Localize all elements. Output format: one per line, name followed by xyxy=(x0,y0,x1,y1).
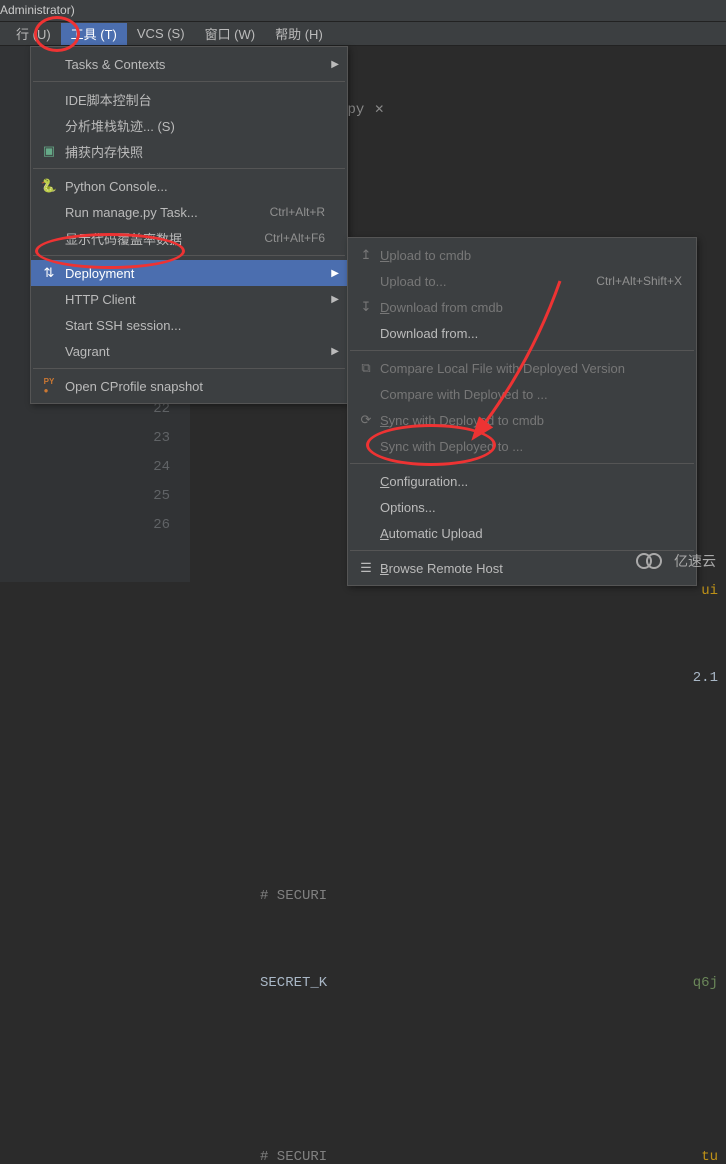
compare-icon: ⧉ xyxy=(356,360,376,376)
code-line-22: # SECURI xyxy=(250,882,726,911)
menu-open-cprofile[interactable]: PY●Open CProfile snapshot xyxy=(31,373,347,399)
separator xyxy=(350,350,694,351)
submenu-upload-to-cmdb[interactable]: ↥Upload to cmdb xyxy=(348,242,696,268)
deployment-icon: ⇅ xyxy=(39,265,59,281)
submenu-download-from-cmdb[interactable]: ↧Download from cmdb xyxy=(348,294,696,320)
watermark-icon xyxy=(636,550,668,572)
separator xyxy=(33,255,345,256)
menu-python-console[interactable]: 🐍Python Console... xyxy=(31,173,347,199)
deployment-submenu: ↥Upload to cmdb Upload to...Ctrl+Alt+Shi… xyxy=(347,237,697,586)
cprofile-icon: PY● xyxy=(39,377,59,395)
download-icon: ↧ xyxy=(356,299,376,315)
submenu-compare-with[interactable]: Compare with Deployed to ... xyxy=(348,381,696,407)
submenu-configuration[interactable]: Configuration... xyxy=(348,468,696,494)
menu-vagrant[interactable]: Vagrant▶ xyxy=(31,338,347,364)
menu-deployment[interactable]: ⇅Deployment▶ xyxy=(31,260,347,286)
sync-icon: ⟳ xyxy=(356,412,376,428)
submenu-sync-cmdb[interactable]: ⟳Sync with Deployed to cmdb xyxy=(348,407,696,433)
menu-run[interactable]: 行 (U) xyxy=(6,23,61,45)
menu-http-client[interactable]: HTTP Client▶ xyxy=(31,286,347,312)
tab-label: py xyxy=(347,96,364,125)
window-title: Administrator) xyxy=(0,3,75,17)
browse-icon: ☰ xyxy=(356,560,376,576)
separator xyxy=(350,463,694,464)
separator xyxy=(33,168,345,169)
code-fragment: 2.1 xyxy=(190,664,726,693)
submenu-automatic-upload[interactable]: Automatic Upload xyxy=(348,520,696,546)
capture-memory-icon: ▣ xyxy=(39,143,59,159)
menu-start-ssh[interactable]: Start SSH session... xyxy=(31,312,347,338)
menu-run-manage-py[interactable]: Run manage.py Task...Ctrl+Alt+R xyxy=(31,199,347,225)
code-line-25: # SECURItu xyxy=(250,1143,726,1164)
line-number: 23 xyxy=(0,424,170,453)
menu-ide-script-console[interactable]: IDE脚本控制台 xyxy=(31,86,347,112)
submenu-options[interactable]: Options... xyxy=(348,494,696,520)
python-icon: 🐍 xyxy=(39,178,59,194)
watermark-text: 亿速云 xyxy=(674,551,716,571)
chevron-right-icon: ▶ xyxy=(331,268,339,279)
titlebar: Administrator) xyxy=(0,0,726,22)
chevron-right-icon: ▶ xyxy=(331,346,339,357)
submenu-upload-to[interactable]: Upload to...Ctrl+Alt+Shift+X xyxy=(348,268,696,294)
line-number: 26 xyxy=(0,511,170,540)
menubar: 行 (U) 工具 (T) VCS (S) 窗口 (W) 帮助 (H) xyxy=(0,22,726,46)
submenu-sync-to[interactable]: Sync with Deployed to ... xyxy=(348,433,696,459)
menu-tools[interactable]: 工具 (T) xyxy=(61,23,127,45)
close-icon[interactable]: ✕ xyxy=(374,96,384,125)
menu-help[interactable]: 帮助 (H) xyxy=(265,23,333,45)
chevron-right-icon: ▶ xyxy=(331,294,339,305)
submenu-compare-local[interactable]: ⧉Compare Local File with Deployed Versio… xyxy=(348,355,696,381)
line-number: 24 xyxy=(0,453,170,482)
tools-dropdown: Tasks & Contexts▶ IDE脚本控制台 分析堆栈轨迹... (S)… xyxy=(30,46,348,404)
menu-tasks-contexts[interactable]: Tasks & Contexts▶ xyxy=(31,51,347,77)
code-line-24 xyxy=(250,1056,726,1085)
watermark: 亿速云 xyxy=(636,550,716,572)
submenu-download-from[interactable]: Download from... xyxy=(348,320,696,346)
menu-show-coverage[interactable]: 显示代码覆盖率数据Ctrl+Alt+F6 xyxy=(31,225,347,251)
separator xyxy=(33,368,345,369)
chevron-right-icon: ▶ xyxy=(331,59,339,70)
menu-vcs[interactable]: VCS (S) xyxy=(127,23,195,45)
upload-icon: ↥ xyxy=(356,247,376,263)
line-number: 25 xyxy=(0,482,170,511)
separator xyxy=(33,81,345,82)
menu-window[interactable]: 窗口 (W) xyxy=(195,23,266,45)
menu-capture-memory[interactable]: ▣捕获内存快照 xyxy=(31,138,347,164)
code-line-23: SECRET_Kq6j xyxy=(250,969,726,998)
menu-analyze-stack[interactable]: 分析堆栈轨迹... (S) xyxy=(31,112,347,138)
